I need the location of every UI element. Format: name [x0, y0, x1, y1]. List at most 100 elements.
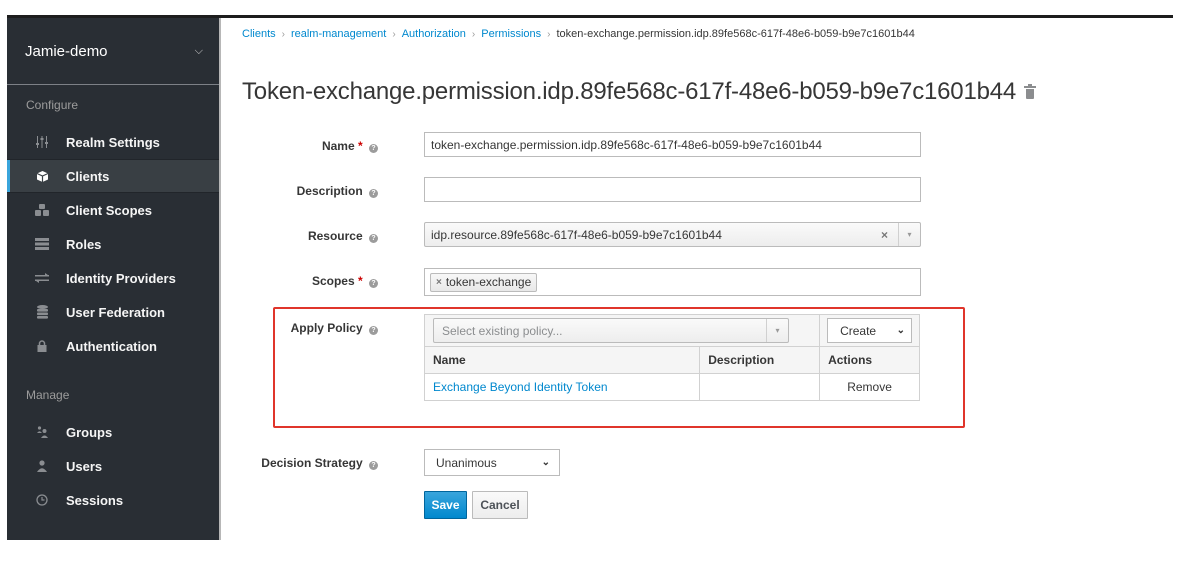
description-label: Description ?: [240, 184, 378, 198]
sidebar-item-label: Sessions: [66, 492, 124, 508]
sidebar-item-label: User Federation: [66, 304, 165, 320]
user-icon: [35, 460, 49, 472]
sidebar-item-label: Realm Settings: [66, 134, 160, 150]
policy-name-cell: Exchange Beyond Identity Token: [423, 373, 701, 401]
breadcrumb-clients[interactable]: Clients: [242, 28, 276, 40]
sidebar-item-label: Users: [66, 458, 103, 474]
sidebar-item-label: Groups: [66, 424, 113, 440]
chevron-down-icon: ⌵: [194, 44, 203, 57]
sidebar-item-sessions[interactable]: Sessions: [7, 483, 219, 517]
policy-select-cell: Select existing policy... ▾: [423, 314, 821, 347]
sidebar-item-label: Authentication: [66, 338, 157, 354]
scopes-input[interactable]: × token-exchange: [424, 268, 921, 296]
sidebar-item-label: Identity Providers: [66, 270, 176, 286]
section-configure: Configure: [26, 98, 79, 112]
realm-name: Jamie-demo: [25, 42, 108, 60]
breadcrumb: Clients › realm-management › Authorization › P…: [242, 28, 915, 40]
description-input[interactable]: [424, 177, 921, 202]
section-manage: Manage: [26, 388, 70, 402]
save-button[interactable]: Save: [424, 491, 467, 519]
cancel-button[interactable]: Cancel: [472, 491, 528, 519]
decision-strategy-value: Unanimous: [436, 455, 497, 470]
page-title-text: Token-exchange.permission.idp.89fe568c-6…: [242, 78, 1017, 105]
chevron-down-icon: ⌄: [541, 457, 550, 468]
apply-policy-label: Apply Policy ?: [240, 321, 378, 335]
column-header-description: Description: [699, 346, 821, 374]
table-row: Exchange Beyond Identity Token Remove: [423, 373, 920, 401]
caret-down-icon[interactable]: ▾: [766, 319, 788, 342]
sidebar-item-label: Clients: [66, 168, 110, 184]
sidebar-item-users[interactable]: Users: [7, 449, 219, 483]
breadcrumb-authorization[interactable]: Authorization: [402, 28, 466, 40]
scopes-label-text: Scopes: [311, 274, 355, 288]
database-icon: [35, 305, 49, 319]
decision-strategy-select[interactable]: Unanimous ⌄: [424, 449, 560, 476]
help-icon[interactable]: ?: [369, 326, 378, 335]
chevron-down-icon: ⌄: [896, 325, 905, 336]
caret-down-icon[interactable]: ▾: [898, 223, 920, 246]
sidebar-item-authentication[interactable]: Authentication: [7, 329, 219, 363]
create-cell: Create ⌄: [819, 314, 920, 347]
required-marker: *: [357, 274, 363, 288]
existing-policy-select[interactable]: Select existing policy... ▾: [433, 318, 790, 343]
scope-tag-label: token-exchange: [445, 275, 532, 289]
lock-icon: [35, 340, 49, 352]
policy-link[interactable]: Exchange Beyond Identity Token: [433, 380, 608, 394]
sidebar-item-roles[interactable]: Roles: [7, 227, 219, 261]
resource-label-text: Resource: [307, 229, 363, 243]
scopes-label: Scopes * ?: [240, 274, 378, 288]
required-marker: *: [357, 139, 363, 153]
sliders-icon: [35, 136, 49, 148]
scope-tag: × token-exchange: [430, 272, 538, 292]
help-icon[interactable]: ?: [369, 461, 378, 470]
help-icon[interactable]: ?: [369, 189, 378, 198]
apply-policy-label-text: Apply Policy: [290, 321, 363, 335]
realm-selector[interactable]: Jamie-demo ⌵: [7, 18, 219, 85]
sidebar-item-identity-providers[interactable]: Identity Providers: [7, 261, 219, 295]
column-header-actions: Actions: [819, 346, 920, 374]
users-icon: [35, 426, 49, 438]
help-icon[interactable]: ?: [369, 234, 378, 243]
help-icon[interactable]: ?: [369, 144, 378, 153]
breadcrumb-separator: ›: [547, 29, 551, 40]
breadcrumb-separator: ›: [392, 29, 396, 40]
remove-policy-button[interactable]: Remove: [819, 373, 920, 401]
breadcrumb-current: token-exchange.permission.idp.89fe568c-6…: [556, 28, 915, 40]
help-icon[interactable]: ?: [369, 279, 378, 288]
sidebar-item-client-scopes[interactable]: Client Scopes: [7, 193, 219, 227]
sidebar-item-label: Roles: [66, 236, 102, 252]
decision-strategy-label-text: Decision Strategy: [261, 456, 363, 470]
decision-strategy-label: Decision Strategy ?: [230, 456, 378, 470]
sidebar: Jamie-demo ⌵ Configure Realm Settings Cl…: [7, 18, 221, 540]
remove-tag-icon[interactable]: ×: [436, 277, 442, 288]
existing-policy-placeholder: Select existing policy...: [442, 323, 563, 338]
policy-toolbar: Select existing policy... ▾ Create ⌄: [423, 314, 920, 347]
sidebar-item-realm-settings[interactable]: Realm Settings: [7, 125, 219, 159]
name-input[interactable]: token-exchange.permission.idp.89fe568c-6…: [424, 132, 921, 157]
cubes-icon: [35, 203, 49, 217]
sidebar-item-clients[interactable]: Clients: [7, 159, 219, 193]
create-label: Create: [840, 323, 877, 338]
name-label: Name * ?: [240, 139, 378, 153]
breadcrumb-separator: ›: [281, 29, 285, 40]
resource-select[interactable]: idp.resource.89fe568c-617f-48e6-b059-b9e…: [424, 222, 921, 247]
resource-label: Resource ?: [240, 229, 378, 243]
breadcrumb-realm-management[interactable]: realm-management: [291, 28, 386, 40]
policy-description-cell: [699, 373, 821, 401]
sidebar-item-label: Client Scopes: [66, 202, 152, 218]
create-policy-select[interactable]: Create ⌄: [827, 318, 912, 343]
description-label-text: Description: [296, 184, 363, 198]
policy-table-header: Name Description Actions: [423, 346, 920, 374]
trash-icon[interactable]: [1024, 84, 1037, 100]
clear-icon[interactable]: ×: [881, 228, 888, 242]
clock-icon: [35, 494, 49, 506]
column-header-name: Name: [423, 346, 701, 374]
resource-value: idp.resource.89fe568c-617f-48e6-b059-b9e…: [431, 227, 722, 242]
breadcrumb-separator: ›: [471, 29, 476, 40]
policy-table: Select existing policy... ▾ Create ⌄ Nam…: [423, 314, 920, 401]
breadcrumb-permissions[interactable]: Permissions: [481, 28, 541, 40]
sidebar-item-groups[interactable]: Groups: [7, 415, 219, 449]
name-label-text: Name: [321, 139, 355, 153]
page-title: Token-exchange.permission.idp.89fe568c-6…: [242, 78, 1037, 106]
sidebar-item-user-federation[interactable]: User Federation: [7, 295, 219, 329]
